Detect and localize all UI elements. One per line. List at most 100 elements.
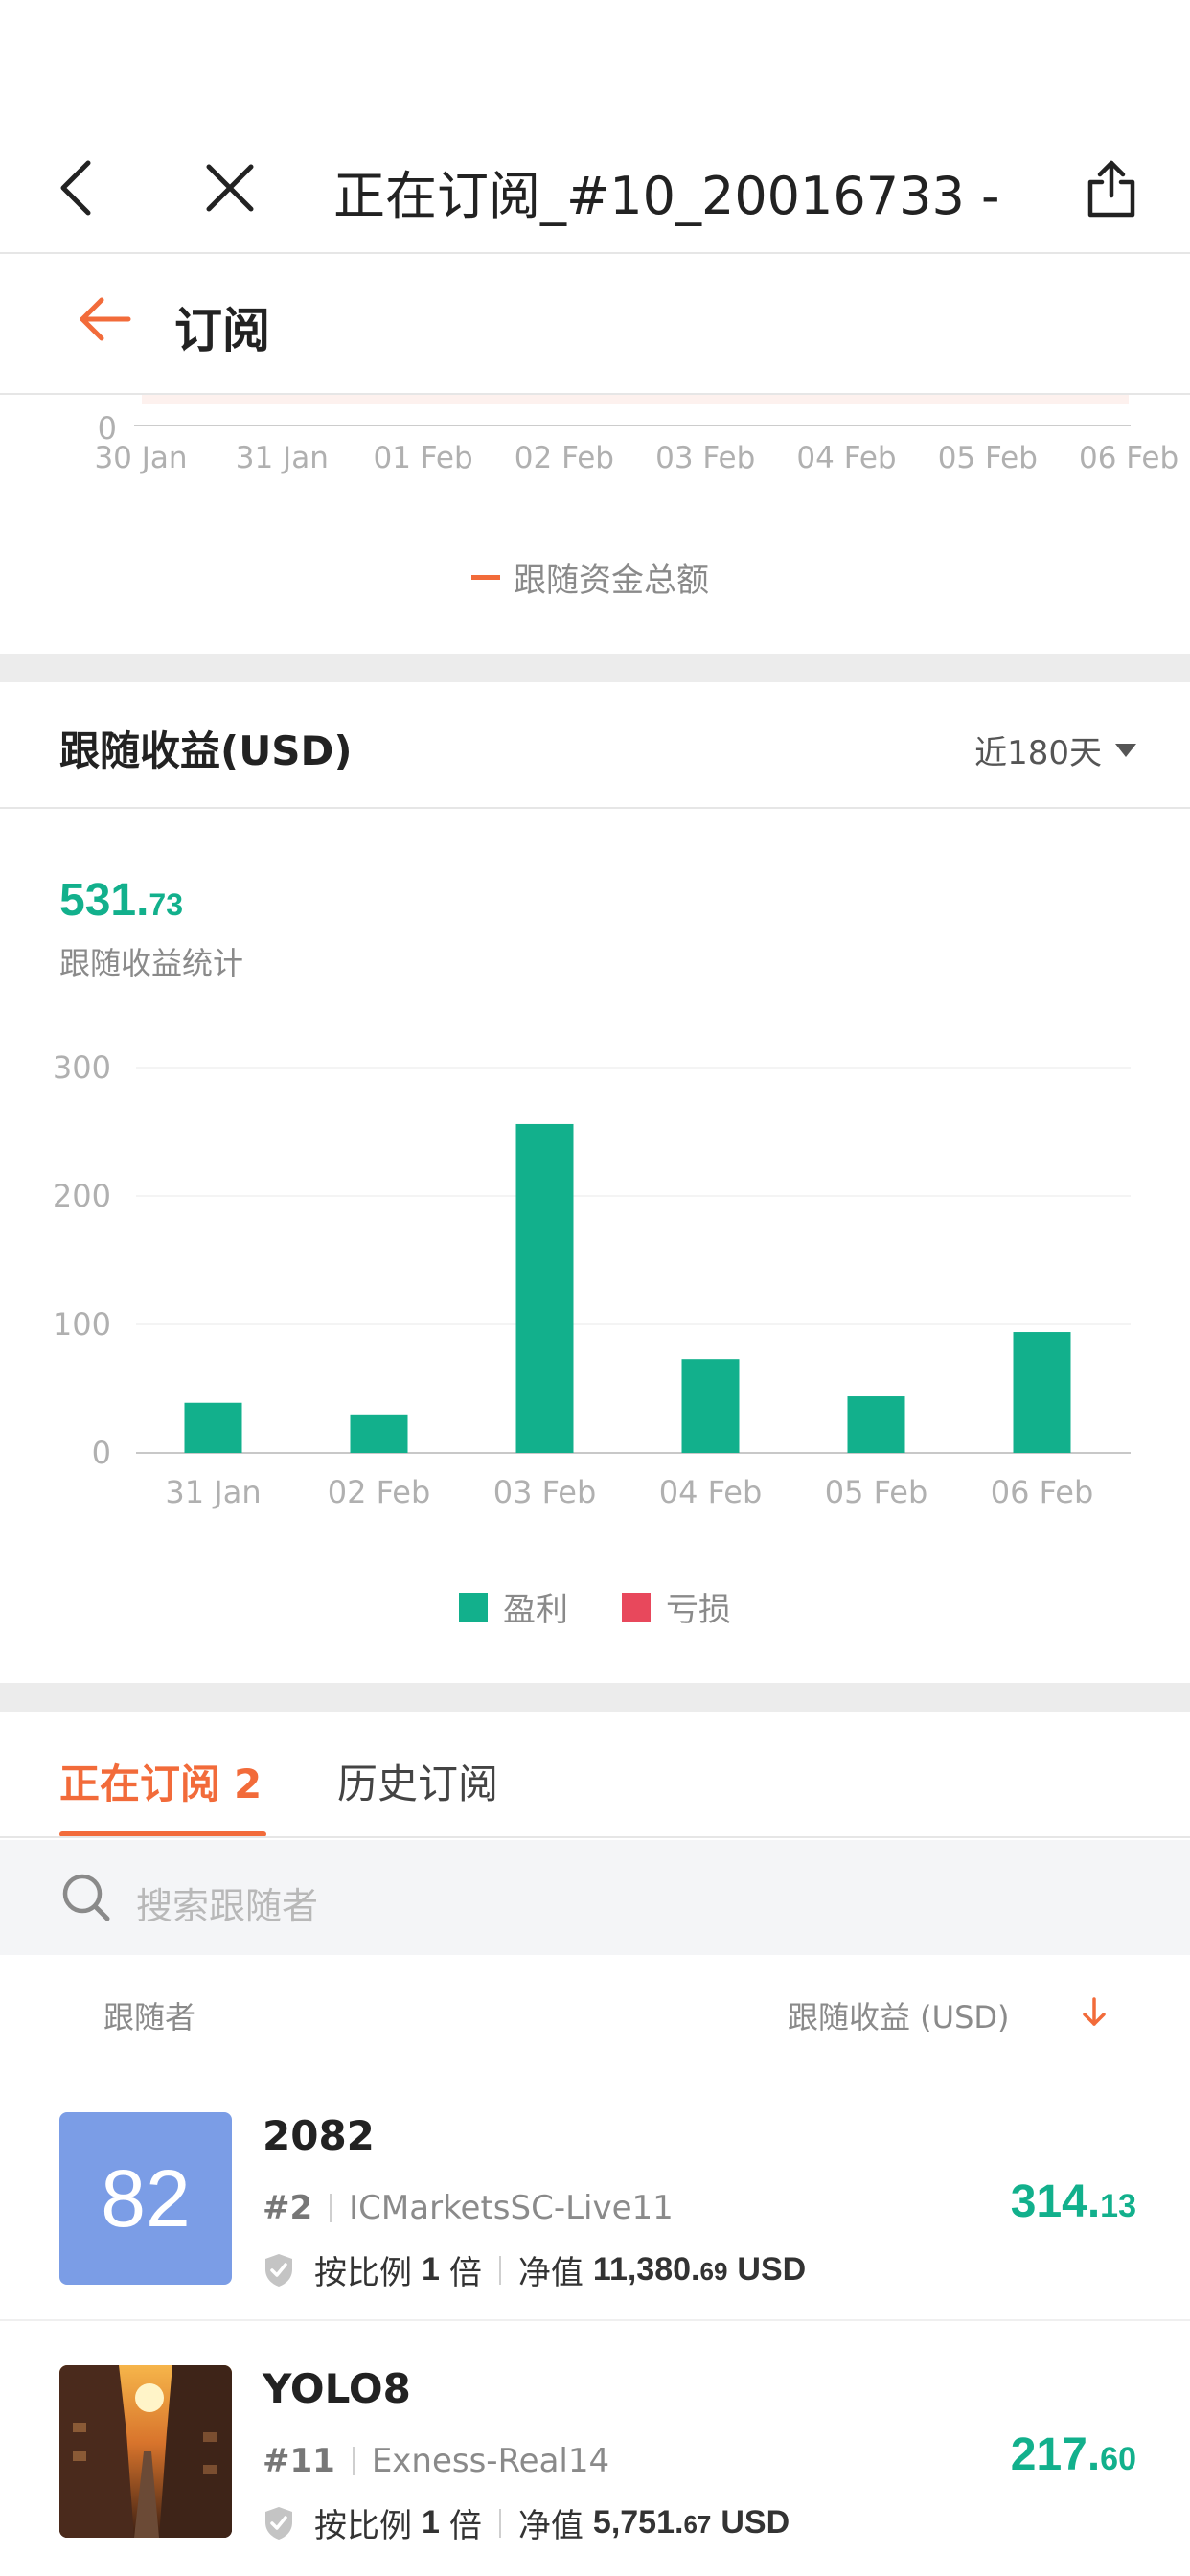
arrow-left-icon [80, 297, 131, 341]
x-tick-label: 03 Feb [655, 441, 755, 475]
legend-label-loss: 亏损 [666, 1591, 731, 1629]
legend-line-marker [471, 575, 500, 580]
follower-account: #2 ICMarketsSC-Live11 [263, 2189, 674, 2227]
x-tick-label: 06 Feb [991, 1474, 1094, 1510]
total-profit-label: 跟随收益统计 [59, 945, 244, 981]
caret-down-icon [1115, 743, 1136, 757]
x-tick-label: 06 Feb [1079, 441, 1179, 475]
close-button[interactable] [201, 159, 259, 217]
equity-value: 5,751.67 [593, 2504, 711, 2542]
follower-profit: 217.60 [1011, 2428, 1136, 2481]
divider [498, 2508, 501, 2538]
profit-bar-chart: 0 100 200 300 31 Jan 02 Feb 03 Feb 04 Feb 05 Feb… [53, 1049, 1131, 1510]
equity-label: 净值 [517, 2254, 584, 2292]
legend-item-loss: 亏损 [622, 1583, 731, 1630]
y-tick-label: 200 [53, 1178, 111, 1214]
x-tick-label: 02 Feb [328, 1474, 431, 1510]
close-icon [206, 164, 254, 212]
shield-check-icon [265, 2506, 292, 2540]
page-title: 订阅 [174, 303, 270, 358]
equity-int: 5,751. [592, 2504, 684, 2541]
equity-currency: USD [721, 2504, 790, 2541]
legend-swatch-loss [622, 1592, 651, 1622]
page-back-button[interactable] [77, 292, 134, 346]
legend-label-profit: 盈利 [503, 1591, 568, 1629]
profit-dec: 60 [1100, 2441, 1136, 2477]
column-header-follower: 跟随者 [103, 1999, 196, 2036]
follower-meta: 按比例 1 倍 净值 5,751.67 USD [263, 2499, 790, 2546]
search-input[interactable]: 搜索跟随者 [136, 1876, 318, 1929]
ratio-value: 1 [422, 2251, 440, 2288]
profit-chart-legend: 盈利 亏损 [0, 1583, 1190, 1630]
divider [498, 2255, 501, 2285]
bar-profit[interactable] [350, 1414, 408, 1453]
top-chart-legend: 跟随资金总额 [471, 554, 709, 601]
back-button[interactable] [50, 153, 107, 220]
follower-name: YOLO8 [263, 2365, 411, 2412]
follower-account: #11 Exness-Real14 [263, 2442, 609, 2480]
follower-server: ICMarketsSC-Live11 [349, 2189, 674, 2227]
shield-check-icon [265, 2253, 292, 2287]
profit-int: 314. [1010, 2176, 1101, 2227]
follower-meta: 按比例 1 倍 净值 11,380.69 USD [263, 2246, 806, 2293]
follower-profit: 314.13 [1011, 2175, 1136, 2228]
share-button[interactable] [1081, 153, 1142, 222]
chart-area-fill [142, 395, 1129, 404]
legend-swatch-profit [459, 1592, 488, 1622]
equity-value: 11,380.69 [593, 2251, 727, 2288]
bar-profit[interactable] [847, 1396, 905, 1453]
divider [352, 2447, 355, 2475]
sunset-street-image [59, 2365, 232, 2538]
total-profit-dec: 73 [149, 887, 184, 922]
follower-name: 2082 [263, 2112, 375, 2159]
ratio-label: 按比例 [314, 2254, 412, 2292]
x-tick-label: 31 Jan [236, 441, 329, 475]
ratio-label: 按比例 [314, 2507, 412, 2545]
followed-funds-chart: 0 30 Jan 31 Jan 01 Feb 02 Feb 03 Feb 04 Feb 05… [94, 395, 1179, 475]
equity-label: 净值 [517, 2507, 584, 2545]
period-dropdown[interactable]: 近180天 [974, 726, 1136, 773]
bar-profit[interactable] [1013, 1332, 1071, 1453]
x-tick-label: 31 Jan [165, 1474, 261, 1510]
x-tick-label: 30 Jan [94, 441, 187, 475]
bar-profit[interactable] [515, 1123, 574, 1453]
equity-int: 11,380. [592, 2251, 700, 2288]
share-icon [1087, 160, 1135, 218]
y-tick-label: 300 [53, 1049, 111, 1086]
ratio-unit: 倍 [448, 2507, 482, 2545]
avatar: 82 [59, 2112, 232, 2285]
x-tick-label: 05 Feb [825, 1474, 928, 1510]
equity-dec: 69 [699, 2257, 728, 2286]
y-tick-label: 0 [92, 1435, 111, 1471]
follower-server: Exness-Real14 [371, 2442, 610, 2480]
total-profit-int: 531. [59, 875, 149, 926]
ratio-unit: 倍 [448, 2254, 482, 2292]
section-title: 跟随收益(USD) [59, 727, 353, 774]
divider [330, 2194, 332, 2222]
x-tick-label: 03 Feb [493, 1474, 597, 1510]
equity-dec: 67 [683, 2510, 712, 2539]
search-icon [59, 1871, 113, 1924]
chevron-left-icon [60, 160, 91, 216]
bar-profit[interactable] [184, 1402, 242, 1453]
sort-button[interactable] [1075, 1993, 1113, 2032]
total-profit: 531.73 [59, 874, 183, 927]
x-tick-label: 02 Feb [515, 441, 614, 475]
x-tick-label: 01 Feb [374, 441, 473, 475]
y-tick-label: 100 [53, 1306, 111, 1343]
profit-dec: 13 [1100, 2188, 1136, 2224]
x-tick-label: 04 Feb [659, 1474, 763, 1510]
equity-currency: USD [737, 2251, 807, 2288]
bar-profit[interactable] [681, 1359, 740, 1453]
follower-rank: #11 [263, 2442, 335, 2480]
period-label: 近180天 [974, 734, 1102, 772]
tab-history[interactable]: 历史订阅 [337, 1752, 498, 1810]
nav-title: 正在订阅_#10_20016733 -... [333, 166, 1004, 226]
avatar [59, 2365, 232, 2538]
profit-int: 217. [1010, 2429, 1101, 2480]
x-tick-label: 04 Feb [796, 441, 896, 475]
legend-label: 跟随资金总额 [514, 562, 709, 600]
column-header-profit[interactable]: 跟随收益 (USD) [788, 1993, 1010, 2037]
x-tick-label: 05 Feb [938, 441, 1038, 475]
tab-subscribing[interactable]: 正在订阅 2 [59, 1752, 262, 1810]
